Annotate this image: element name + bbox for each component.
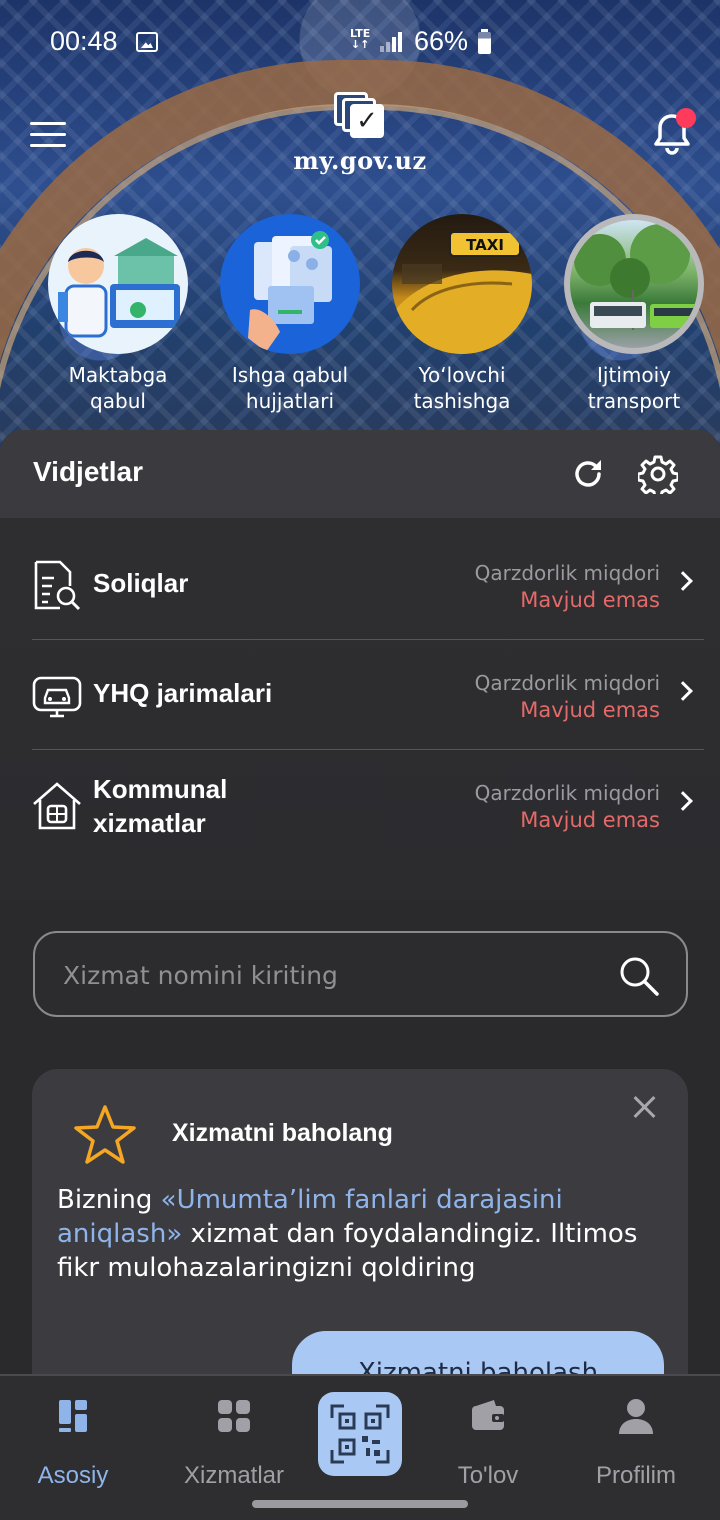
story-image: TAXI xyxy=(392,214,532,354)
status-bar: 00:48 LTE ↓↑ 66% xyxy=(0,26,720,60)
brand-name: my.gov.uz xyxy=(293,146,427,175)
nav-services[interactable]: Xizmatlar xyxy=(162,1396,306,1490)
story-label: Yo‘lovchi tashishga xyxy=(413,363,511,413)
qr-code-icon xyxy=(330,1404,390,1464)
signal-icon xyxy=(380,32,402,52)
story-label: Maktabga qabul xyxy=(68,363,168,413)
chevron-right-icon xyxy=(673,681,693,701)
widget-row-taxes[interactable]: Soliqlar Qarzdorlik miqdori Mavjud emas xyxy=(32,530,704,640)
bottom-navigation: Asosiy Xizmatlar To'lov Profilim xyxy=(0,1374,720,1520)
nav-label: Asosiy xyxy=(37,1462,109,1489)
app-logo: ✓ my.gov.uz xyxy=(290,92,430,182)
widget-name: YHQ jarimalari xyxy=(93,678,273,708)
widget-name: Soliqlar xyxy=(93,568,189,598)
battery-icon xyxy=(478,29,491,54)
notification-badge xyxy=(676,108,696,128)
star-icon xyxy=(74,1105,136,1164)
widget-meta: Qarzdorlik miqdori Mavjud emas xyxy=(475,780,660,834)
debt-label: Qarzdorlik miqdori xyxy=(474,671,660,695)
debt-label: Qarzdorlik miqdori xyxy=(474,781,660,805)
stories-row: Maktabga qabul Ishga qabul hujjatlari TA… xyxy=(0,210,720,420)
story-image xyxy=(220,214,360,354)
close-icon[interactable] xyxy=(628,1091,660,1123)
story-passenger-transport[interactable]: TAXI Yo‘lovchi tashishga xyxy=(387,210,537,414)
debt-label: Qarzdorlik miqdori xyxy=(474,561,660,585)
widget-name-line: Kommunal xyxy=(93,774,228,804)
story-label: Ijtimoiy transport xyxy=(587,363,681,413)
story-school-admission[interactable]: Maktabga qabul xyxy=(43,210,193,414)
widgets-panel: Vidjetlar Soliqlar Qarzdorlik miqdori Ma… xyxy=(0,430,720,900)
notification-bell-icon[interactable] xyxy=(648,108,696,160)
widgets-header: Vidjetlar xyxy=(0,430,720,518)
logo-mark-icon: ✓ xyxy=(334,92,386,140)
lte-icon: LTE ↓↑ xyxy=(350,27,371,51)
widget-name: Kommunal xizmatlar xyxy=(93,772,227,840)
debt-value: Mavjud emas xyxy=(520,808,660,832)
story-image xyxy=(564,214,704,354)
widget-meta: Qarzdorlik miqdori Mavjud emas xyxy=(475,560,660,614)
widgets-title: Vidjetlar xyxy=(33,456,143,487)
nav-home[interactable]: Asosiy xyxy=(1,1396,145,1490)
search-icon[interactable] xyxy=(618,955,660,997)
widget-row-utilities[interactable]: Kommunal xizmatlar Qarzdorlik miqdori Ma… xyxy=(32,750,704,860)
widget-name-line: xizmatlar xyxy=(93,808,206,838)
gear-icon[interactable] xyxy=(638,454,678,494)
chevron-right-icon xyxy=(673,791,693,811)
nav-label: To'lov xyxy=(457,1462,519,1489)
car-fine-icon xyxy=(32,676,82,718)
story-label: Ishga qabul hujjatlari xyxy=(231,363,349,413)
refresh-icon[interactable] xyxy=(570,456,606,492)
battery-percent: 66% xyxy=(414,26,469,56)
svg-text:TAXI: TAXI xyxy=(466,236,504,254)
qr-scan-button[interactable] xyxy=(318,1392,402,1476)
debt-value: Mavjud emas xyxy=(520,588,660,612)
image-notification-icon xyxy=(136,32,158,52)
debt-value: Mavjud emas xyxy=(520,698,660,722)
home-indicator[interactable] xyxy=(252,1500,468,1508)
search-input[interactable] xyxy=(63,951,603,999)
dashboard-icon xyxy=(59,1400,87,1432)
nav-label: Xizmatlar xyxy=(183,1462,285,1489)
story-image xyxy=(48,214,188,354)
widget-meta: Qarzdorlik miqdori Mavjud emas xyxy=(475,670,660,724)
network-label: LTE xyxy=(350,27,371,40)
wallet-icon xyxy=(472,1400,504,1430)
rating-text-prefix: Bizning xyxy=(57,1185,161,1215)
rating-card-text: Bizning «Umumta’lim fanlari darajasini a… xyxy=(57,1183,657,1285)
rating-card-title: Xizmatni baholang xyxy=(172,1119,393,1147)
house-icon xyxy=(33,782,81,830)
nav-payment[interactable]: To'lov xyxy=(416,1396,560,1490)
chevron-right-icon xyxy=(673,571,693,591)
user-icon xyxy=(619,1399,653,1434)
nav-label: Profilim xyxy=(595,1462,676,1489)
nav-profile[interactable]: Profilim xyxy=(564,1396,708,1490)
widget-row-traffic-fines[interactable]: YHQ jarimalari Qarzdorlik miqdori Mavjud… xyxy=(32,640,704,750)
menu-icon[interactable] xyxy=(30,122,66,148)
story-job-documents[interactable]: Ishga qabul hujjatlari xyxy=(215,210,365,414)
app-screen: 00:48 LTE ↓↑ 66% ✓ my.gov.uz Maktabga qa… xyxy=(0,0,720,1520)
tax-document-icon xyxy=(34,560,81,611)
story-public-transport[interactable]: Ijtimoiy transport xyxy=(559,210,709,414)
search-box xyxy=(33,931,688,1017)
status-time: 00:48 xyxy=(50,26,118,56)
grid-icon xyxy=(218,1400,250,1432)
